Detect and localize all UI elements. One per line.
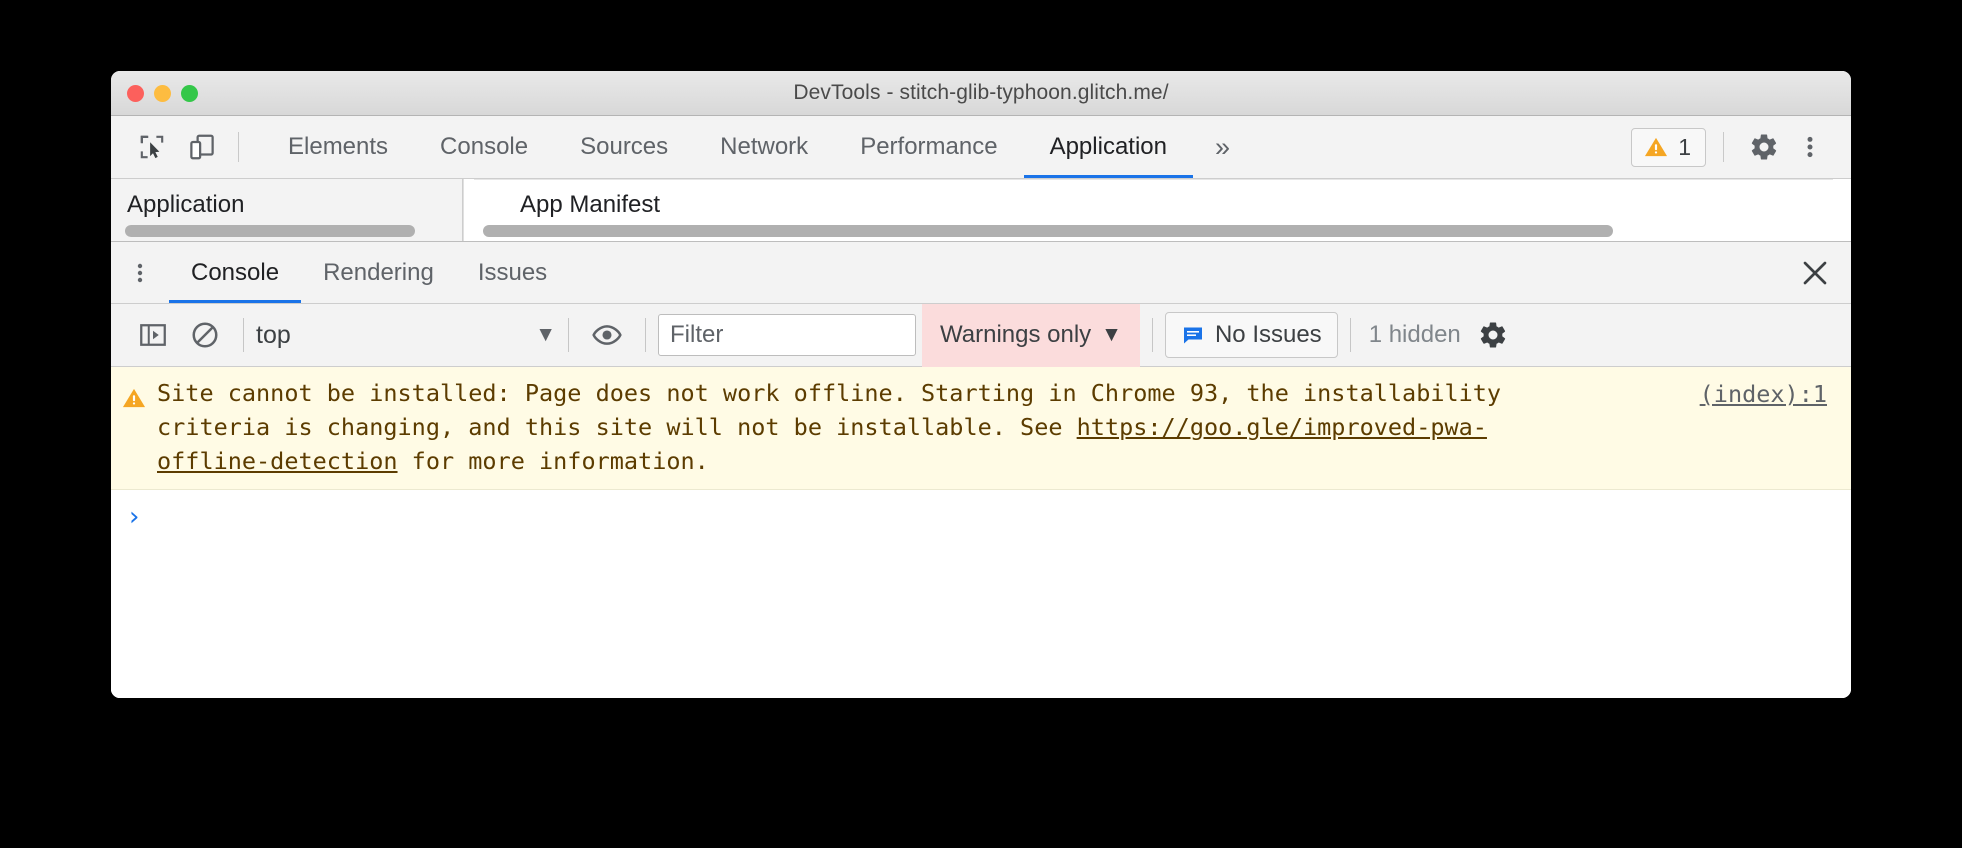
- warning-triangle-icon: [111, 376, 157, 478]
- toolbar-divider: [243, 318, 244, 352]
- drawer-tab-issues[interactable]: Issues: [456, 242, 569, 303]
- sidebar-horizontal-scrollbar[interactable]: [125, 225, 415, 237]
- console-warning-text: Site cannot be installed: Page does not …: [157, 376, 1851, 478]
- console-toolbar: top ▼ Warnings only ▼: [111, 303, 1851, 367]
- maximize-window-button[interactable]: [181, 84, 198, 102]
- minimize-window-button[interactable]: [154, 84, 171, 102]
- inspect-element-icon[interactable]: [127, 116, 177, 178]
- console-level-value: Warnings only: [940, 321, 1092, 348]
- console-sidebar-icon[interactable]: [127, 310, 179, 360]
- application-sidebar-title: Application: [127, 191, 245, 218]
- window-controls: [127, 71, 198, 115]
- console-prompt-input[interactable]: [157, 502, 1851, 532]
- issues-button[interactable]: No Issues: [1164, 312, 1338, 358]
- drawer-menu-icon[interactable]: [111, 242, 169, 303]
- toolbar-divider: [238, 132, 239, 162]
- toolbar-divider: [1151, 318, 1153, 352]
- prompt-arrow-icon: ›: [126, 502, 142, 532]
- live-expression-icon[interactable]: [581, 310, 633, 360]
- drawer-tab-rendering[interactable]: Rendering: [301, 242, 456, 303]
- toolbar-divider: [568, 318, 569, 352]
- toolbar-divider: [1723, 132, 1724, 162]
- warning-text-part-2: for more information.: [397, 447, 709, 475]
- gear-icon[interactable]: [1741, 124, 1787, 170]
- console-filter-input[interactable]: [658, 314, 916, 356]
- three-dot-menu-icon[interactable]: [1787, 124, 1833, 170]
- hidden-messages-count: 1 hidden: [1368, 321, 1461, 348]
- devtools-window: DevTools - stitch-glib-typhoon.glitch.me…: [111, 71, 1851, 698]
- chevron-down-icon: ▼: [1101, 323, 1122, 346]
- device-toolbar-icon[interactable]: [177, 116, 227, 178]
- panel-horizontal-scrollbar[interactable]: [483, 225, 1613, 237]
- drawer-tabbar: Console Rendering Issues: [111, 242, 1851, 304]
- gear-icon[interactable]: [1467, 310, 1519, 360]
- issues-button-label: No Issues: [1214, 321, 1322, 348]
- tab-network[interactable]: Network: [694, 116, 834, 178]
- tab-sources[interactable]: Sources: [554, 116, 694, 178]
- execution-context-value: top: [256, 320, 291, 349]
- console-message-source-link[interactable]: (index):1: [1700, 380, 1827, 408]
- tab-application[interactable]: Application: [1023, 116, 1194, 178]
- toolbar-divider: [1349, 318, 1351, 352]
- clear-console-icon[interactable]: [179, 310, 231, 360]
- execution-context-select[interactable]: top ▼: [256, 321, 556, 350]
- drawer-tab-console[interactable]: Console: [169, 242, 302, 303]
- console-prompt-row[interactable]: ›: [111, 490, 1851, 548]
- warning-count: 1: [1678, 133, 1691, 160]
- app-manifest-title: App Manifest: [520, 191, 661, 218]
- console-level-select[interactable]: Warnings only ▼: [922, 303, 1140, 367]
- more-tabs-icon[interactable]: »: [1193, 116, 1252, 178]
- warning-triangle-icon: [1645, 137, 1668, 157]
- warning-count-badge[interactable]: 1: [1631, 127, 1706, 167]
- tab-performance[interactable]: Performance: [834, 116, 1023, 178]
- tabbar-actions: 1: [1631, 116, 1851, 178]
- application-sidebar[interactable]: Application: [111, 179, 463, 241]
- console-drawer: Console Rendering Issues top ▼ Filter Wa…: [111, 241, 1851, 698]
- close-drawer-button[interactable]: [1779, 242, 1851, 303]
- window-title: DevTools - stitch-glib-typhoon.glitch.me…: [793, 81, 1169, 104]
- chevron-down-icon: ▼: [535, 323, 556, 346]
- toolbar-divider: [645, 318, 646, 352]
- tab-elements[interactable]: Elements: [262, 116, 414, 178]
- devtools-tabbar: Elements Console Sources Network Perform…: [111, 116, 1851, 179]
- console-message-list: Site cannot be installed: Page does not …: [111, 367, 1851, 698]
- panel-tabs: Elements Console Sources Network Perform…: [262, 116, 1252, 178]
- tab-console[interactable]: Console: [414, 116, 554, 178]
- application-panel-peek: Application App Manifest: [111, 179, 1851, 241]
- window-titlebar: DevTools - stitch-glib-typhoon.glitch.me…: [111, 71, 1851, 116]
- close-window-button[interactable]: [127, 84, 144, 102]
- issues-message-icon: [1183, 327, 1202, 344]
- console-warning-message[interactable]: Site cannot be installed: Page does not …: [111, 367, 1851, 490]
